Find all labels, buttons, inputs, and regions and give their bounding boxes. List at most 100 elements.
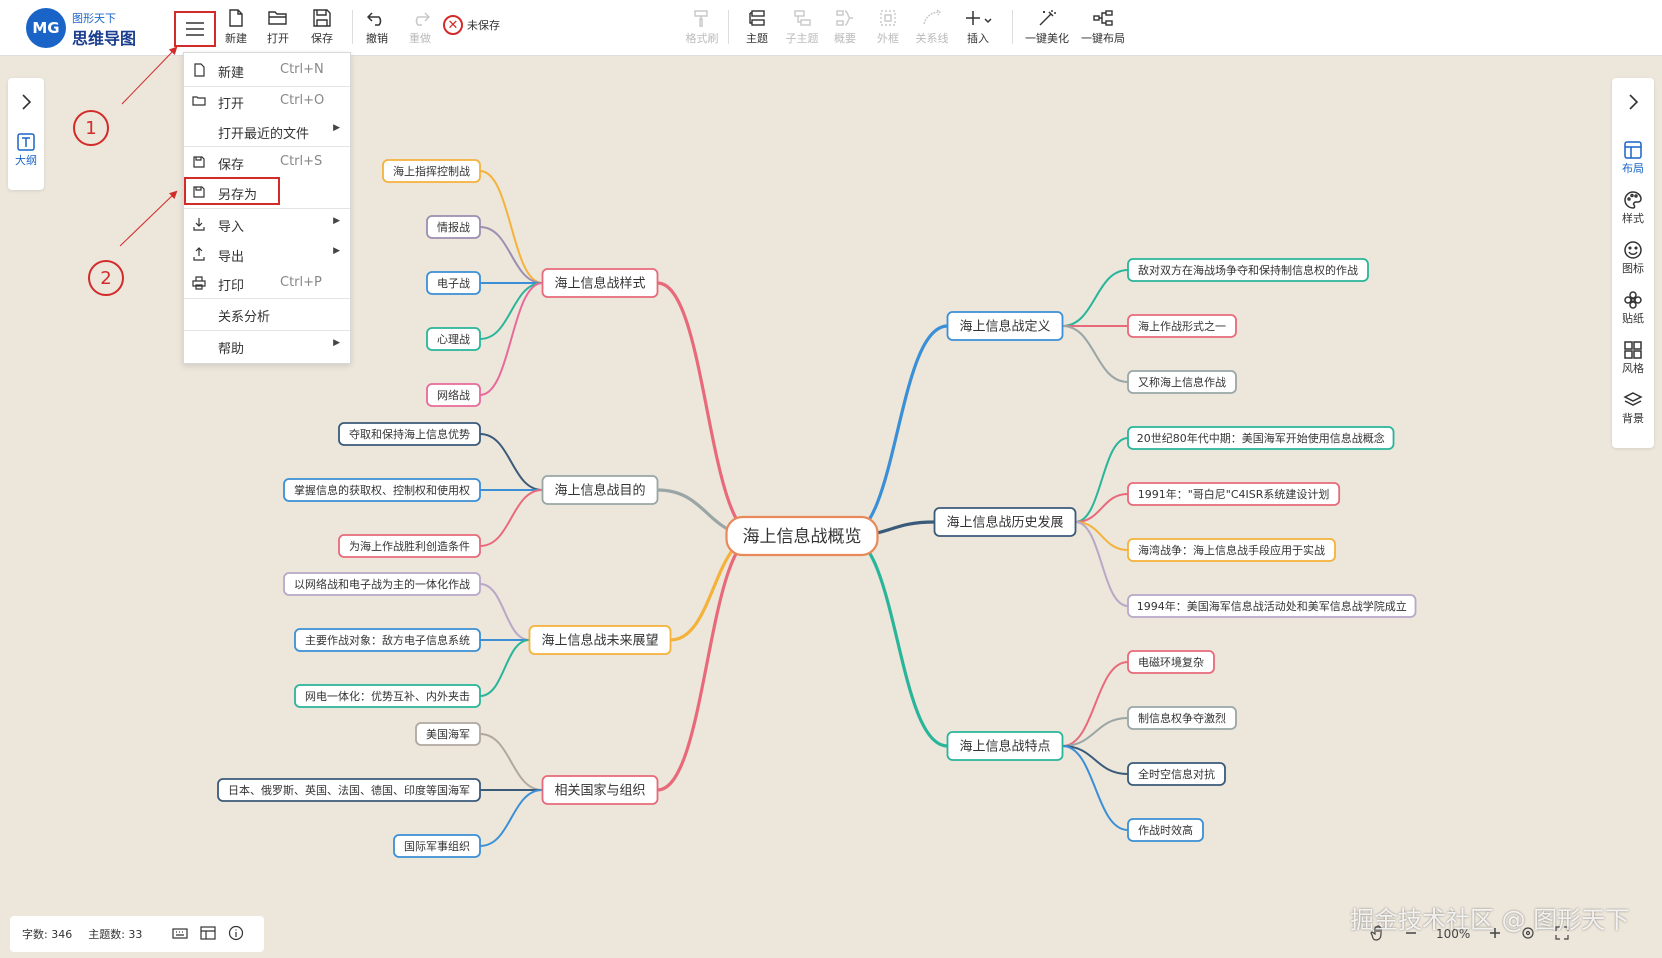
subtopic-node[interactable]: 网电一体化：优势互补、内外夹击	[294, 684, 481, 708]
icon-panel-button[interactable]: 图标	[1612, 240, 1654, 286]
subtopic-node[interactable]: 掌握信息的获取权、控制权和使用权	[283, 478, 481, 502]
subtopic-node[interactable]: 心理战	[426, 327, 481, 351]
node-label: 1994年：美国海军信息战活动处和美军信息战学院成立	[1137, 599, 1407, 613]
style-panel-button[interactable]: 样式	[1612, 190, 1654, 236]
smiley-icon	[1624, 241, 1642, 259]
node-label: 网络战	[437, 388, 470, 402]
beautify-button[interactable]: 一键美化	[1020, 6, 1074, 50]
format-brush-label: 格式刷	[685, 32, 719, 45]
node-label: 电磁环境复杂	[1138, 655, 1204, 669]
minimap-icon	[200, 925, 217, 940]
redo-button[interactable]: 重做	[403, 6, 437, 50]
node-label: 20世纪80年代中期：美国海军开始使用信息战概念	[1137, 431, 1385, 445]
background-panel-label: 背景	[1622, 412, 1644, 425]
topic-button[interactable]: 主题	[740, 6, 774, 50]
info-button[interactable]	[228, 925, 244, 944]
info-icon	[229, 925, 244, 940]
subtopic-node[interactable]: 海上指挥控制战	[382, 159, 481, 183]
node-label: 为海上作战胜利创造条件	[349, 539, 470, 553]
sub-branch-line	[479, 789, 544, 847]
subtopic-node[interactable]: 情报战	[426, 215, 481, 239]
word-count: 字数: 346	[22, 928, 73, 941]
subtopic-node[interactable]: 全时空信息对抗	[1127, 762, 1226, 786]
subtopic-node[interactable]: 国际军事组织	[393, 834, 481, 858]
subtopic-node[interactable]: 美国海军	[415, 722, 481, 746]
layout-nodes-icon	[1093, 10, 1113, 26]
sub-branch-line	[479, 583, 531, 641]
sub-branch-line	[1061, 745, 1129, 775]
node-label: 主要作战对象：敌方电子信息系统	[305, 633, 470, 647]
root-topic[interactable]: 海上信息战概览	[725, 515, 879, 557]
subtopic-node[interactable]: 1994年：美国海军信息战活动处和美军信息战学院成立	[1127, 594, 1417, 618]
subtopic-label: 子主题	[785, 32, 819, 45]
subtopic-node[interactable]: 作战时效高	[1127, 818, 1204, 842]
boundary-icon	[880, 10, 896, 26]
topic-left-3[interactable]: 相关国家与组织	[541, 775, 659, 805]
topic-right-0[interactable]: 海上信息战定义	[946, 311, 1064, 341]
subtopic-node[interactable]: 日本、俄罗斯、英国、法国、德国、印度等国海军	[217, 778, 481, 802]
subtopic-node[interactable]: 又称海上信息作战	[1127, 370, 1237, 394]
sub-branch-line	[479, 433, 544, 491]
sub-branch-line	[479, 170, 544, 284]
branch-line	[845, 324, 950, 538]
theme-panel-button[interactable]: 风格	[1612, 340, 1654, 386]
subtopic-node[interactable]: 夺取和保持海上信息优势	[338, 422, 481, 446]
topic-right-2[interactable]: 海上信息战特点	[946, 731, 1064, 761]
expand-right-button[interactable]	[1623, 92, 1643, 116]
toolbar-divider	[728, 10, 729, 44]
topic-left-1[interactable]: 海上信息战目的	[541, 475, 659, 505]
topic-left-0[interactable]: 海上信息战样式	[541, 268, 659, 298]
relation-line-icon	[923, 9, 941, 25]
subtopic-node[interactable]: 海上作战形式之一	[1127, 314, 1237, 338]
boundary-label: 外框	[877, 32, 899, 45]
unsaved-label: 未保存	[467, 19, 500, 32]
summary-button[interactable]: 概要	[830, 6, 860, 50]
format-brush-icon	[694, 10, 708, 27]
close-circle-icon: ✕	[443, 15, 463, 35]
menu-item-help[interactable]: 帮助 ▶	[184, 332, 350, 360]
watermark: 掘金技术社区 @ 图形天下	[1350, 906, 1630, 934]
node-label: 海上信息战历史发展	[946, 515, 1063, 531]
sticker-panel-button[interactable]: 贴纸	[1612, 290, 1654, 336]
background-panel-button[interactable]: 背景	[1612, 390, 1654, 436]
redo-icon	[415, 12, 430, 26]
subtopic-node[interactable]: 海湾战争：海上信息战手段应用于实战	[1127, 538, 1336, 562]
branch-line	[655, 534, 759, 792]
subtopic-node[interactable]: 为海上作战胜利创造条件	[338, 534, 481, 558]
branch-line	[845, 534, 950, 748]
subtopic-node[interactable]: 20世纪80年代中期：美国海军开始使用信息战概念	[1127, 426, 1395, 450]
redo-label: 重做	[409, 32, 431, 45]
subtopic-node[interactable]: 制信息权争夺激烈	[1127, 706, 1237, 730]
subtopic-node[interactable]: 主要作战对象：敌方电子信息系统	[294, 628, 481, 652]
minimap-button[interactable]	[200, 925, 217, 943]
relation-line-button[interactable]: 关系线	[912, 6, 952, 50]
expand-left-button[interactable]	[16, 92, 36, 116]
node-label: 海上指挥控制战	[393, 164, 470, 178]
undo-button[interactable]: 撤销	[360, 6, 394, 50]
insert-button[interactable]: 插入	[960, 6, 996, 50]
sub-branch-line	[1061, 661, 1129, 747]
layout-panel-label: 布局	[1622, 162, 1644, 175]
annotation-step-2: 2	[88, 260, 124, 296]
boundary-button[interactable]: 外框	[873, 6, 903, 50]
toolbar-divider	[1012, 10, 1013, 44]
format-brush-button[interactable]: 格式刷	[684, 6, 720, 50]
layout-panel-button[interactable]: 布局	[1612, 140, 1654, 186]
subtopic-node[interactable]: 电子战	[426, 271, 481, 295]
subtopic-node[interactable]: 敌对双方在海战场争夺和保持制信息权的作战	[1127, 258, 1369, 282]
subtopic-node[interactable]: 电磁环境复杂	[1127, 650, 1215, 674]
auto-layout-button[interactable]: 一键布局	[1076, 6, 1130, 50]
subtopic-node[interactable]: 1991年："哥白尼"C4ISR系统建设计划	[1127, 482, 1341, 506]
magic-wand-icon	[1039, 10, 1056, 26]
topic-right-1[interactable]: 海上信息战历史发展	[933, 507, 1077, 537]
node-label: 作战时效高	[1138, 823, 1193, 837]
mindmap-nodes: 海上信息战概览 海上信息战样式 海上指挥控制战情报战电子战心理战网络战海上信息战目的…	[217, 159, 1417, 858]
subtopic-node[interactable]: 以网络战和电子战为主的一体化作战	[283, 572, 481, 596]
keyboard-button[interactable]	[172, 926, 189, 943]
subtopic-button[interactable]: 子主题	[782, 6, 822, 50]
topic-left-2[interactable]: 海上信息战未来展望	[528, 625, 672, 655]
subtopic-node[interactable]: 网络战	[426, 383, 481, 407]
node-label: 日本、俄罗斯、英国、法国、德国、印度等国海军	[228, 783, 470, 797]
node-label: 美国海军	[426, 727, 470, 741]
outline-button[interactable]: 大纲	[8, 132, 44, 182]
